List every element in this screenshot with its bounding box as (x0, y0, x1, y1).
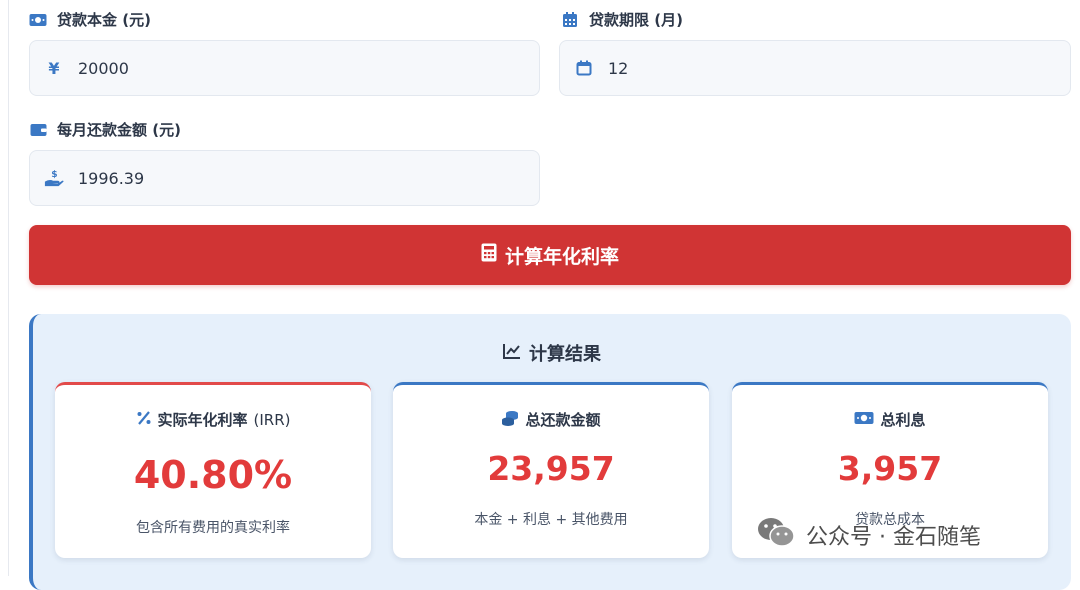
total-repayment-title: 总还款金额 (525, 411, 601, 429)
total-repayment-value: 23,957 (487, 449, 615, 488)
wechat-watermark: 公众号 · 金石随笔 (756, 516, 981, 554)
monthly-input[interactable] (76, 167, 480, 189)
term-label: 贷款期限 (月) (561, 9, 683, 30)
irr-note: 包含所有费用的真实利率 (136, 520, 290, 536)
principal-label: 贷款本金 (元) (29, 9, 151, 30)
term-input[interactable] (606, 57, 1010, 79)
calendar-icon (574, 58, 594, 78)
percent-icon (136, 410, 152, 430)
total-interest-value: 3,957 (837, 449, 943, 488)
calculate-button-label: 计算年化利率 (504, 246, 619, 268)
results-title-text: 计算结果 (529, 344, 601, 365)
total-interest-title: 总利息 (880, 411, 926, 429)
total-repayment-card: 总还款金额 23,957 本金 + 利息 + 其他费用 (393, 382, 709, 558)
left-divider (8, 0, 9, 576)
principal-label-text: 贷款本金 (元) (57, 11, 151, 29)
irr-card-title-suffix: (IRR) (253, 410, 291, 429)
line-chart-icon (503, 343, 521, 364)
results-title: 计算结果 (33, 340, 1071, 366)
term-label-text: 贷款期限 (月) (589, 11, 683, 29)
irr-value: 40.80% (133, 453, 293, 497)
irr-card-header: 实际年化利率 (IRR) (55, 409, 371, 430)
monthly-label-text: 每月还款金额 (元) (57, 121, 181, 139)
coins-icon (501, 410, 519, 430)
calculator-icon (481, 243, 497, 268)
monthly-label: 每月还款金额 (元) (29, 119, 181, 140)
total-interest-header: 总利息 (732, 409, 1048, 430)
calculate-button[interactable]: 计算年化利率 (29, 225, 1071, 285)
calendar-grid-icon (561, 11, 579, 29)
term-field[interactable] (559, 40, 1071, 96)
irr-card: 实际年化利率 (IRR) 40.80% 包含所有费用的真实利率 (55, 382, 371, 558)
wechat-icon (756, 516, 796, 554)
principal-input[interactable] (76, 57, 480, 79)
yen-icon: ¥ (48, 58, 60, 78)
total-repayment-header: 总还款金额 (393, 409, 709, 430)
money-bill-icon (29, 11, 47, 29)
hand-dollar-icon: $ (44, 168, 64, 188)
watermark-text: 公众号 · 金石随笔 (806, 525, 981, 550)
principal-field[interactable]: ¥ (29, 40, 540, 96)
money-bill-icon (854, 411, 874, 429)
monthly-field[interactable]: $ (29, 150, 540, 206)
irr-card-title: 实际年化利率 (157, 411, 248, 429)
svg-text:$: $ (51, 170, 57, 180)
wallet-icon (29, 121, 47, 139)
total-repayment-note: 本金 + 利息 + 其他费用 (474, 512, 628, 528)
